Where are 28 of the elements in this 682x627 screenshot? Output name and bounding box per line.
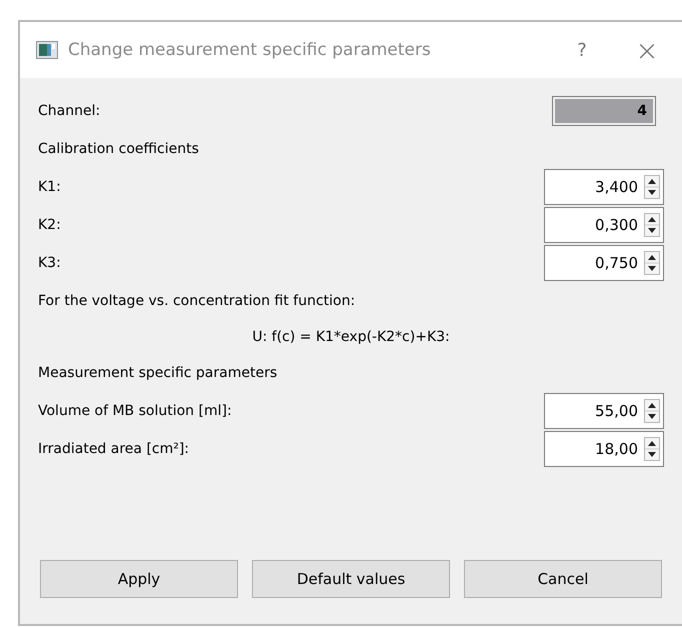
field-label: K3: — [38, 255, 61, 271]
dialog-button[interactable]: Cancel — [464, 560, 662, 598]
spin-arrows-icon[interactable] — [644, 437, 660, 461]
spin-arrows-icon[interactable] — [644, 213, 660, 237]
spin-box[interactable]: 55,00 — [544, 393, 664, 429]
help-button[interactable]: ? — [552, 40, 612, 60]
section-label: Measurement specific parameters — [38, 365, 278, 381]
field-label: K1: — [38, 179, 61, 195]
section-label: For the voltage vs. concentration fit function: — [38, 293, 356, 309]
channel-field: 4 — [552, 96, 656, 126]
spin-arrows-icon[interactable] — [644, 175, 660, 199]
field-label: Volume of MB solution [ml]: — [38, 403, 232, 419]
spin-box[interactable]: 0,750 — [544, 245, 664, 281]
close-button[interactable]: × — [612, 34, 682, 66]
formula-text: U: f(c) = K1*exp(-K2*c)+K3: — [252, 329, 450, 345]
spin-box[interactable]: 3,400 — [544, 169, 664, 205]
dialog-button[interactable]: Apply — [40, 560, 238, 598]
field-label: Irradiated area [cm²]: — [38, 441, 190, 457]
window-icon — [36, 41, 58, 59]
spin-arrows-icon[interactable] — [644, 251, 660, 275]
spin-arrows-icon[interactable] — [644, 399, 660, 423]
section-label: Calibration coefficients — [38, 141, 199, 157]
spin-box[interactable]: 0,300 — [544, 207, 664, 243]
spin-box[interactable]: 18,00 — [544, 431, 664, 467]
dialog-button[interactable]: Default values — [252, 560, 450, 598]
field-label: K2: — [38, 217, 61, 233]
window-title: Change measurement specific parameters — [68, 40, 432, 60]
field-label: Channel: — [38, 103, 100, 119]
